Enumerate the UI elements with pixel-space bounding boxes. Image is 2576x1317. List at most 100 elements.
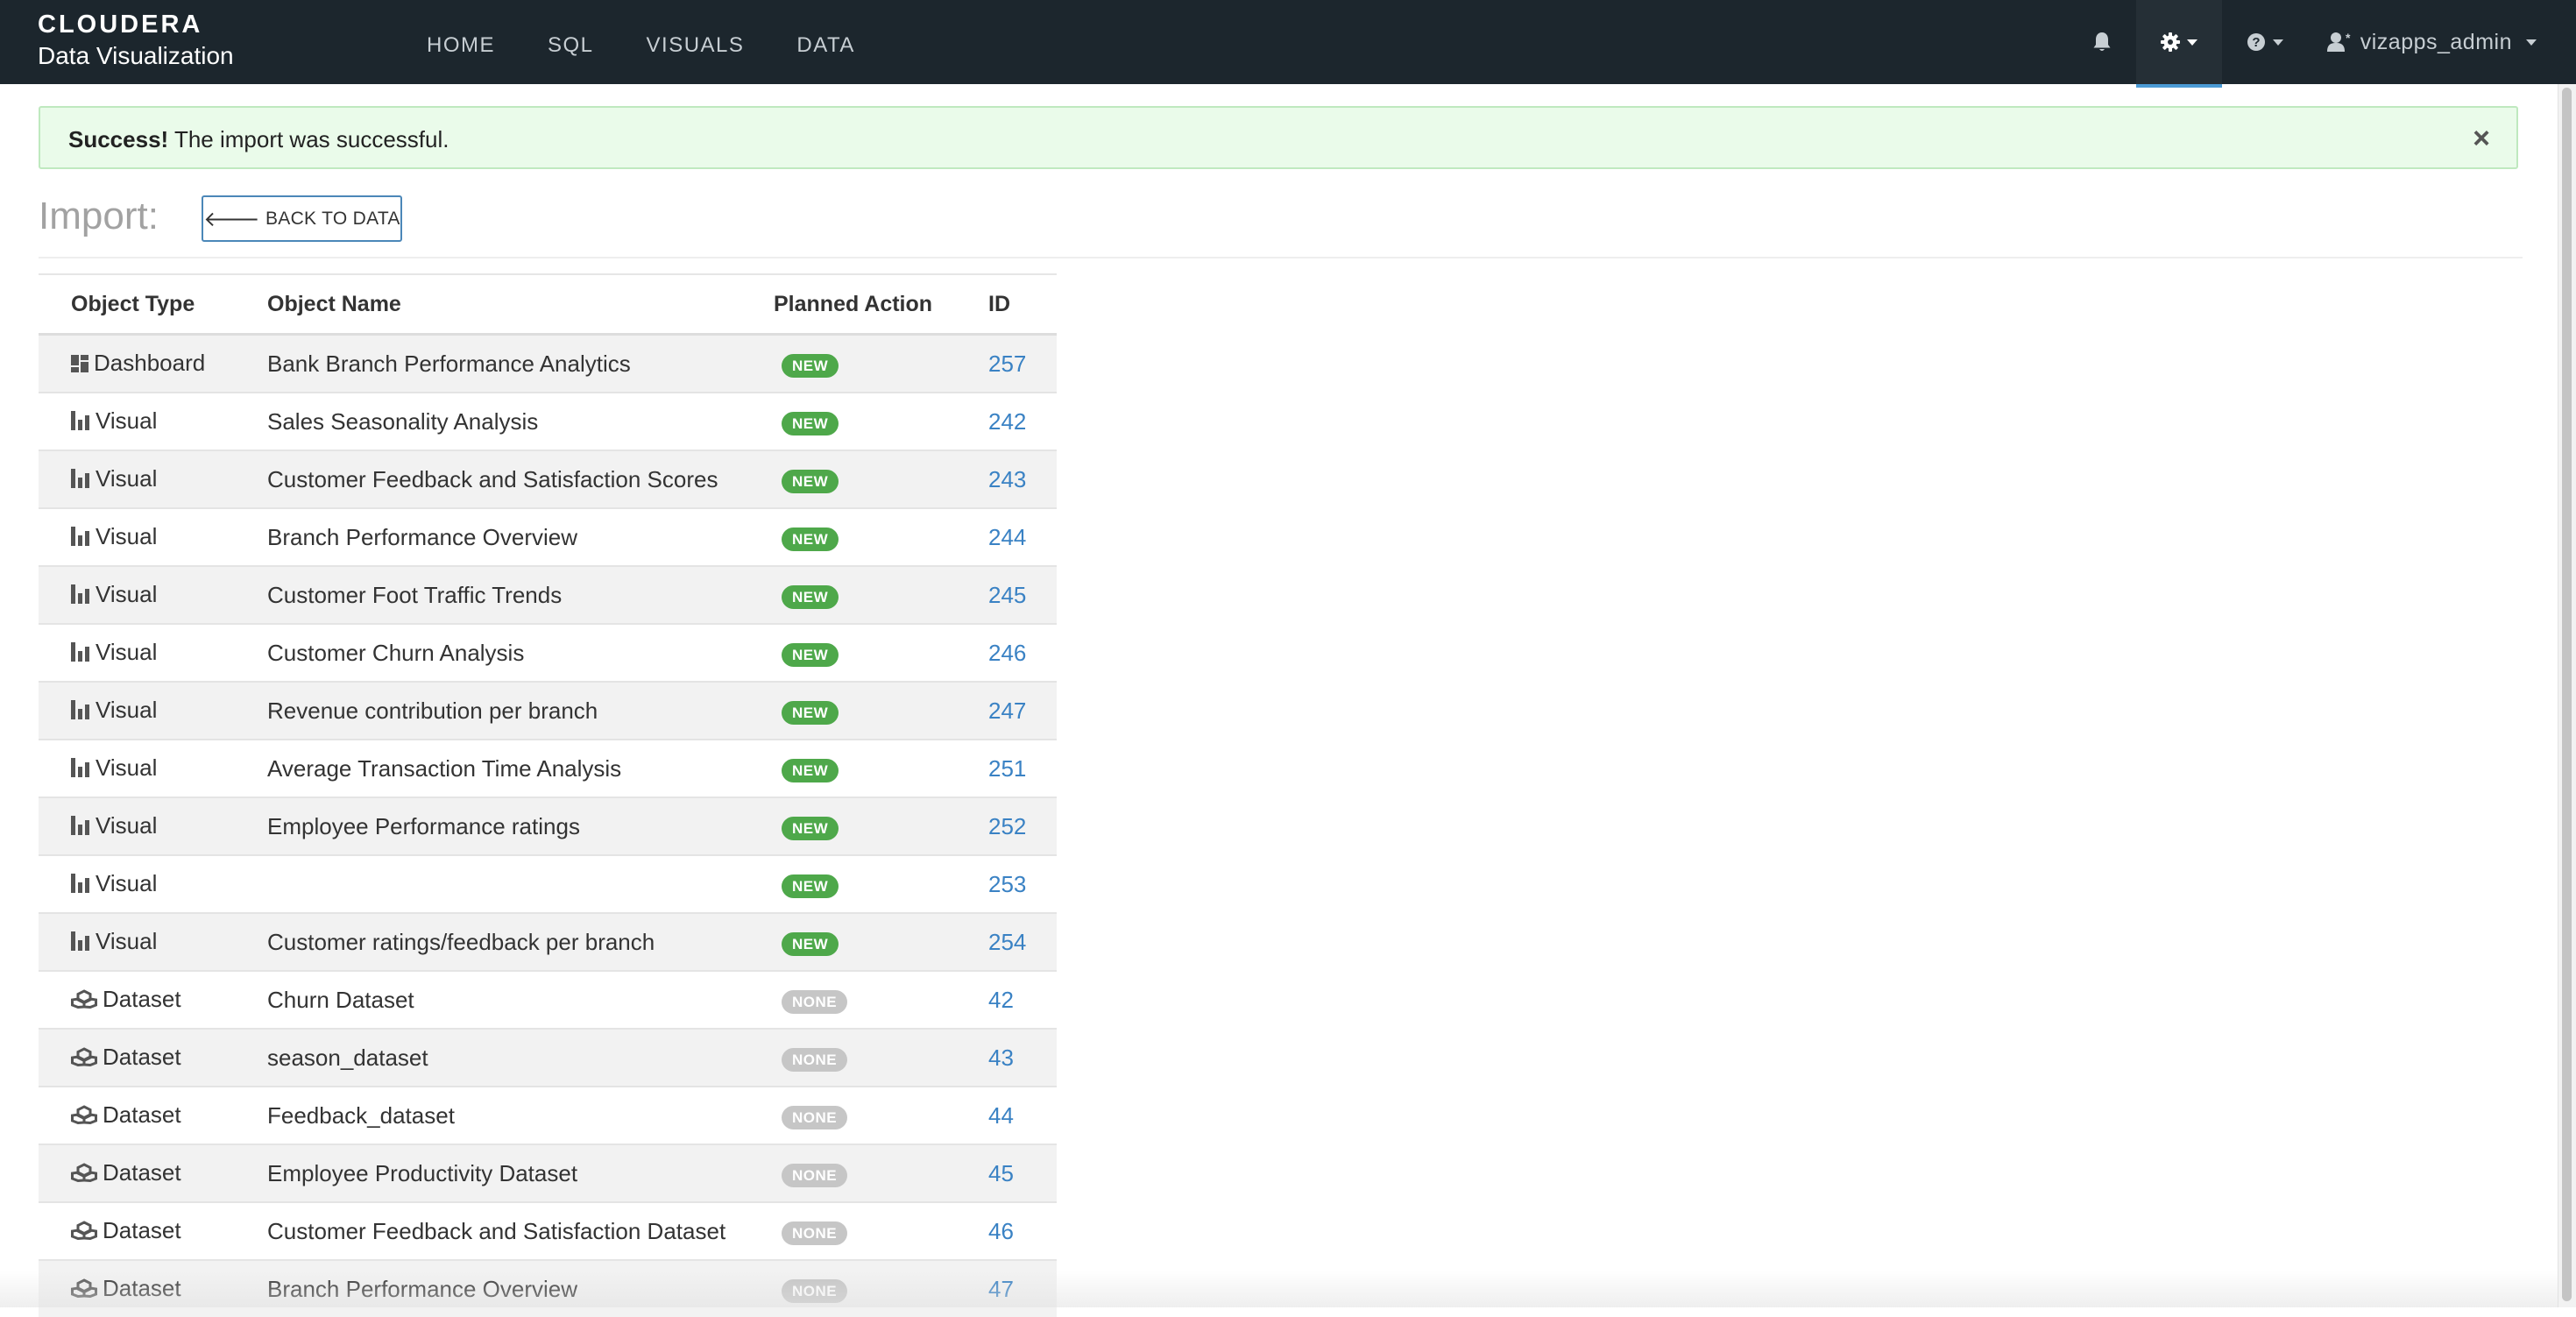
brand-subtitle: Data Visualization bbox=[38, 44, 234, 68]
table-row[interactable]: DatasetFeedback_datasetNONE44 bbox=[39, 1087, 1057, 1144]
object-id-link[interactable]: 242 bbox=[988, 408, 1026, 435]
id-cell: 254 bbox=[988, 913, 1057, 971]
object-id-link[interactable]: 254 bbox=[988, 929, 1026, 955]
id-cell: 253 bbox=[988, 855, 1057, 913]
planned-action-cell: NONE bbox=[774, 971, 988, 1029]
svg-text:*: * bbox=[2346, 32, 2351, 45]
object-name: Churn Dataset bbox=[267, 971, 774, 1029]
planned-action-cell: NONE bbox=[774, 1029, 988, 1087]
bar-chart-icon bbox=[71, 814, 90, 841]
alert-message: The import was successful. bbox=[168, 126, 449, 152]
object-id-link[interactable]: 43 bbox=[988, 1044, 1014, 1071]
object-id-link[interactable]: 46 bbox=[988, 1218, 1014, 1244]
id-cell: 42 bbox=[988, 971, 1057, 1029]
notifications-button[interactable] bbox=[2068, 0, 2136, 84]
settings-button[interactable] bbox=[2136, 0, 2222, 84]
table-row[interactable]: VisualBranch Performance OverviewNEW244 bbox=[39, 508, 1057, 566]
object-type-cell: Visual bbox=[39, 450, 267, 508]
table-row[interactable]: VisualCustomer Feedback and Satisfaction… bbox=[39, 450, 1057, 508]
object-id-link[interactable]: 251 bbox=[988, 755, 1026, 782]
close-icon[interactable]: × bbox=[2473, 122, 2490, 156]
object-id-link[interactable]: 45 bbox=[988, 1160, 1014, 1186]
help-button[interactable]: ? bbox=[2222, 0, 2308, 84]
object-name: Customer Churn Analysis bbox=[267, 624, 774, 682]
table-row[interactable]: VisualAverage Transaction Time AnalysisN… bbox=[39, 740, 1057, 797]
dataset-icon bbox=[71, 1219, 97, 1246]
dataset-icon bbox=[71, 988, 97, 1015]
planned-action-cell: NEW bbox=[774, 508, 988, 566]
id-cell: 47 bbox=[988, 1260, 1057, 1317]
object-id-link[interactable]: 47 bbox=[988, 1276, 1014, 1302]
table-row[interactable]: VisualCustomer ratings/feedback per bran… bbox=[39, 913, 1057, 971]
table-row[interactable]: DatasetCustomer Feedback and Satisfactio… bbox=[39, 1202, 1057, 1260]
nav-data[interactable]: DATA bbox=[796, 0, 854, 84]
planned-action-badge: NONE bbox=[782, 1279, 847, 1303]
planned-action-badge: NEW bbox=[782, 932, 839, 956]
object-id-link[interactable]: 247 bbox=[988, 697, 1026, 724]
arrow-left-icon: 🡐 bbox=[203, 206, 260, 232]
bar-chart-icon bbox=[71, 930, 90, 957]
object-id-link[interactable]: 42 bbox=[988, 987, 1014, 1013]
object-type-cell: Visual bbox=[39, 566, 267, 624]
bar-chart-icon bbox=[71, 641, 90, 668]
object-type: Visual bbox=[96, 581, 157, 607]
object-type-cell: Visual bbox=[39, 855, 267, 913]
id-cell: 246 bbox=[988, 624, 1057, 682]
table-row[interactable]: VisualNEW253 bbox=[39, 855, 1057, 913]
planned-action-cell: NEW bbox=[774, 335, 988, 393]
column-header-id[interactable]: ID bbox=[988, 274, 1057, 335]
object-type: Dataset bbox=[103, 1044, 181, 1070]
object-id-link[interactable]: 246 bbox=[988, 640, 1026, 666]
planned-action-cell: NEW bbox=[774, 797, 988, 855]
table-row[interactable]: VisualRevenue contribution per branchNEW… bbox=[39, 682, 1057, 740]
table-row[interactable]: DatasetEmployee Productivity DatasetNONE… bbox=[39, 1144, 1057, 1202]
table-row[interactable]: VisualSales Seasonality AnalysisNEW242 bbox=[39, 393, 1057, 450]
object-type-cell: Dataset bbox=[39, 1087, 267, 1144]
column-header-object-name[interactable]: Object Name bbox=[267, 274, 774, 335]
object-type: Visual bbox=[96, 870, 157, 896]
nav-home[interactable]: HOME bbox=[427, 0, 495, 84]
object-type-cell: Dataset bbox=[39, 1260, 267, 1317]
main-nav: HOME SQL VISUALS DATA bbox=[427, 0, 908, 84]
table-row[interactable]: VisualCustomer Foot Traffic TrendsNEW245 bbox=[39, 566, 1057, 624]
back-button-label: BACK TO DATA bbox=[265, 209, 400, 230]
object-id-link[interactable]: 252 bbox=[988, 813, 1026, 839]
object-id-link[interactable]: 44 bbox=[988, 1102, 1014, 1129]
page-scrollbar[interactable] bbox=[2558, 84, 2576, 1307]
back-to-data-button[interactable]: 🡐 BACK TO DATA bbox=[202, 195, 402, 242]
table-row[interactable]: Datasetseason_datasetNONE43 bbox=[39, 1029, 1057, 1087]
planned-action-badge: NEW bbox=[782, 412, 839, 435]
object-id-link[interactable]: 253 bbox=[988, 871, 1026, 897]
table-row[interactable]: VisualEmployee Performance ratingsNEW252 bbox=[39, 797, 1057, 855]
user-menu[interactable]: * vizapps_admin bbox=[2308, 0, 2576, 84]
nav-visuals[interactable]: VISUALS bbox=[647, 0, 745, 84]
column-header-planned-action[interactable]: Planned Action bbox=[774, 274, 988, 335]
object-id-link[interactable]: 243 bbox=[988, 466, 1026, 492]
object-type: Dashboard bbox=[94, 350, 205, 376]
bar-chart-icon bbox=[71, 872, 90, 899]
object-type: Visual bbox=[96, 928, 157, 954]
object-id-link[interactable]: 257 bbox=[988, 350, 1026, 377]
object-id-link[interactable]: 245 bbox=[988, 582, 1026, 608]
table-row[interactable]: DatasetChurn DatasetNONE42 bbox=[39, 971, 1057, 1029]
column-header-object-type[interactable]: Object Type bbox=[39, 274, 267, 335]
brand[interactable]: CLOUDERA Data Visualization bbox=[38, 12, 234, 68]
object-type-cell: Dataset bbox=[39, 1029, 267, 1087]
nav-sql[interactable]: SQL bbox=[548, 0, 594, 84]
object-name: Customer Foot Traffic Trends bbox=[267, 566, 774, 624]
object-type: Visual bbox=[96, 754, 157, 781]
object-name: Sales Seasonality Analysis bbox=[267, 393, 774, 450]
table-row[interactable]: VisualCustomer Churn AnalysisNEW246 bbox=[39, 624, 1057, 682]
planned-action-badge: NONE bbox=[782, 1106, 847, 1129]
object-type: Visual bbox=[96, 639, 157, 665]
bar-chart-icon bbox=[71, 467, 90, 494]
dashboard-icon bbox=[71, 351, 88, 379]
brand-logo: CLOUDERA bbox=[38, 12, 234, 38]
table-row[interactable]: DashboardBank Branch Performance Analyti… bbox=[39, 335, 1057, 393]
dataset-icon bbox=[71, 1161, 97, 1188]
scrollbar-thumb[interactable] bbox=[2562, 88, 2572, 1301]
planned-action-badge: NEW bbox=[782, 354, 839, 378]
user-admin-icon: * bbox=[2327, 32, 2353, 53]
table-row[interactable]: DatasetBranch Performance OverviewNONE47 bbox=[39, 1260, 1057, 1317]
object-id-link[interactable]: 244 bbox=[988, 524, 1026, 550]
